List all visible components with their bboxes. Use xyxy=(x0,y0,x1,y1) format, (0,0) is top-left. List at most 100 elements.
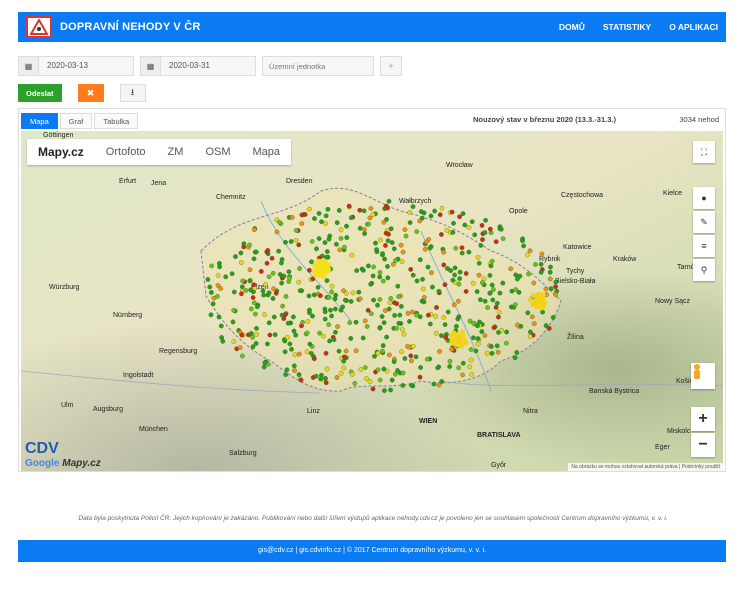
accident-marker[interactable] xyxy=(337,247,343,253)
accident-marker[interactable] xyxy=(217,261,222,266)
accident-marker[interactable] xyxy=(473,348,479,354)
layer-mapa[interactable]: Mapa xyxy=(242,146,292,158)
accident-marker[interactable] xyxy=(463,289,469,294)
accident-marker[interactable] xyxy=(247,242,252,248)
accident-marker[interactable] xyxy=(548,264,553,270)
accident-marker[interactable] xyxy=(238,250,244,256)
accident-marker[interactable] xyxy=(434,305,439,310)
accident-marker[interactable] xyxy=(386,306,392,312)
accident-marker[interactable] xyxy=(397,312,403,318)
accident-marker[interactable] xyxy=(441,249,446,255)
accident-marker[interactable] xyxy=(448,268,454,273)
accident-marker[interactable] xyxy=(254,332,259,337)
accident-marker[interactable] xyxy=(482,230,488,235)
accident-marker[interactable] xyxy=(439,333,444,338)
accident-marker[interactable] xyxy=(254,304,260,310)
accident-marker[interactable] xyxy=(452,341,458,347)
accident-marker[interactable] xyxy=(472,232,478,238)
accident-marker[interactable] xyxy=(266,274,272,280)
accident-marker[interactable] xyxy=(379,314,385,319)
accident-marker[interactable] xyxy=(313,272,318,277)
accident-marker[interactable] xyxy=(251,227,257,233)
accident-marker[interactable] xyxy=(292,368,297,373)
accident-marker[interactable] xyxy=(384,334,389,340)
layer-osm[interactable]: OSM xyxy=(194,146,241,158)
accident-marker[interactable] xyxy=(460,211,466,216)
accident-marker[interactable] xyxy=(377,297,383,302)
accident-marker[interactable] xyxy=(489,351,495,356)
accident-marker[interactable] xyxy=(293,228,299,233)
accident-marker[interactable] xyxy=(322,316,328,322)
accident-marker[interactable] xyxy=(468,347,474,352)
accident-marker[interactable] xyxy=(426,312,431,318)
zoom-in-button[interactable]: + xyxy=(691,407,715,431)
accident-marker[interactable] xyxy=(413,354,419,360)
accident-marker[interactable] xyxy=(477,319,482,325)
accident-marker[interactable] xyxy=(460,360,466,366)
accident-marker[interactable] xyxy=(326,295,332,300)
accident-marker[interactable] xyxy=(538,261,544,267)
accident-marker[interactable] xyxy=(261,364,267,370)
accident-marker[interactable] xyxy=(322,240,328,245)
accident-marker[interactable] xyxy=(496,330,501,335)
accident-marker[interactable] xyxy=(382,256,387,262)
accident-marker[interactable] xyxy=(401,331,407,337)
accident-marker[interactable] xyxy=(325,206,331,212)
accident-marker[interactable] xyxy=(504,329,509,335)
accident-marker[interactable] xyxy=(455,334,461,340)
accident-marker[interactable] xyxy=(462,222,468,228)
accident-marker[interactable] xyxy=(393,258,398,263)
accident-marker[interactable] xyxy=(280,303,285,309)
accident-marker[interactable] xyxy=(307,307,312,313)
accident-marker[interactable] xyxy=(482,333,488,338)
accident-marker[interactable] xyxy=(469,371,475,377)
accident-marker[interactable] xyxy=(402,227,408,232)
accident-marker[interactable] xyxy=(452,265,458,271)
accident-marker[interactable] xyxy=(231,339,237,344)
accident-marker[interactable] xyxy=(334,241,339,247)
accident-marker[interactable] xyxy=(403,233,409,239)
accident-marker[interactable] xyxy=(457,269,463,275)
accident-marker[interactable] xyxy=(387,300,393,306)
accident-marker[interactable] xyxy=(389,377,395,383)
accident-marker[interactable] xyxy=(309,239,315,244)
map-attribution[interactable]: Na obrázku se mohou vztahovat autorská p… xyxy=(568,463,723,471)
layer-zm[interactable]: ZM xyxy=(157,146,195,158)
accident-marker[interactable] xyxy=(272,332,278,338)
accident-marker[interactable] xyxy=(489,258,495,264)
accident-marker[interactable] xyxy=(543,286,549,292)
accident-marker[interactable] xyxy=(513,302,518,308)
accident-marker[interactable] xyxy=(291,363,297,369)
accident-marker[interactable] xyxy=(362,318,368,324)
accident-marker[interactable] xyxy=(239,284,245,290)
accident-marker[interactable] xyxy=(392,313,397,318)
accident-marker[interactable] xyxy=(323,221,329,226)
tab-table[interactable]: Tabulka xyxy=(94,113,139,129)
accident-marker[interactable] xyxy=(454,323,459,329)
accident-marker[interactable] xyxy=(241,244,247,250)
clear-button[interactable]: ✖ xyxy=(77,84,104,102)
accident-marker[interactable] xyxy=(364,324,370,329)
accident-marker[interactable] xyxy=(324,366,330,372)
send-button[interactable]: Odeslat xyxy=(18,84,62,102)
accident-marker[interactable] xyxy=(449,209,455,215)
accident-marker[interactable] xyxy=(332,296,338,302)
accident-marker[interactable] xyxy=(451,302,457,308)
accident-marker[interactable] xyxy=(342,354,347,360)
accident-marker[interactable] xyxy=(424,356,430,362)
accident-marker[interactable] xyxy=(353,319,359,325)
accident-marker[interactable] xyxy=(439,232,444,237)
accident-marker[interactable] xyxy=(334,220,340,226)
accident-marker[interactable] xyxy=(251,256,257,262)
accident-marker[interactable] xyxy=(218,323,224,329)
accident-marker[interactable] xyxy=(521,243,527,249)
accident-marker[interactable] xyxy=(247,278,253,284)
accident-marker[interactable] xyxy=(420,276,425,282)
accident-marker[interactable] xyxy=(495,349,501,355)
accident-marker[interactable] xyxy=(479,329,485,334)
accident-marker[interactable] xyxy=(336,348,342,354)
accident-marker[interactable] xyxy=(265,248,271,253)
accident-marker[interactable] xyxy=(266,320,272,326)
accident-marker[interactable] xyxy=(271,286,276,292)
accident-marker[interactable] xyxy=(205,277,211,282)
